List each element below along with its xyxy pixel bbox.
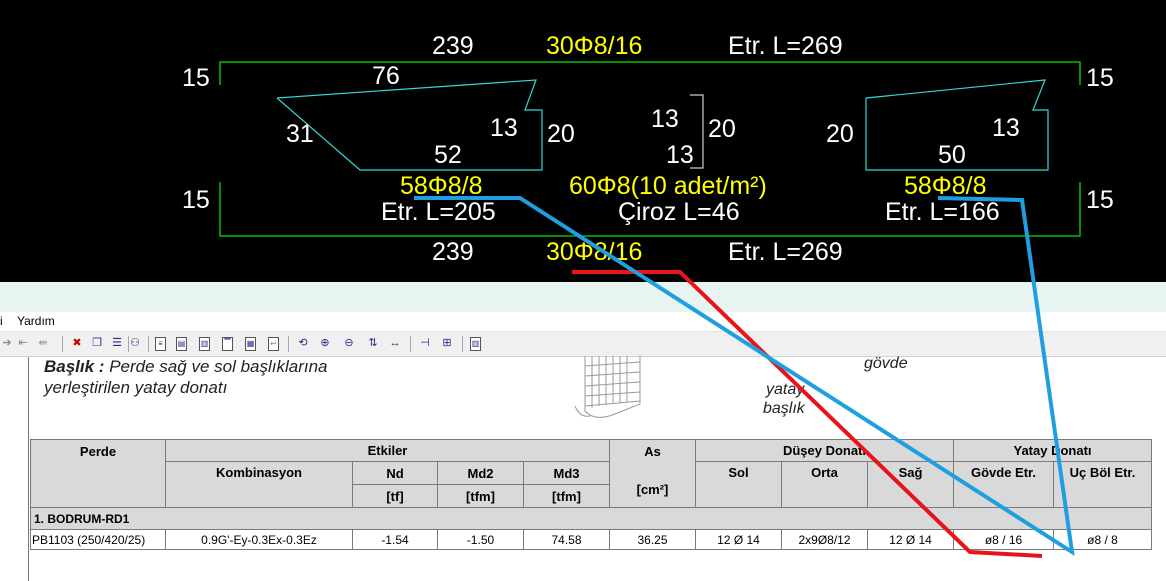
split-h-icon[interactable]: ⊣ (418, 336, 432, 351)
delete-icon[interactable]: ✖ (70, 336, 84, 351)
header-md2: Md2 (437, 461, 524, 485)
header-orta: Orta (781, 461, 868, 508)
header-nd: Nd (352, 461, 438, 485)
left-top-cover: 15 (182, 64, 210, 92)
mid-shape-bottom: 13 (666, 141, 694, 169)
tree-icon[interactable]: ⚇ (128, 336, 142, 351)
right-bottom-cover: 15 (1086, 186, 1114, 214)
page-right-icon[interactable]: ▥ (199, 337, 210, 351)
header-yatay: Yatay Donatı (953, 439, 1152, 462)
cell-perde: PB1103 (250/420/25) (30, 529, 166, 550)
first-page-icon[interactable]: ⇤ (16, 336, 30, 351)
cell-uc: ø8 / 8 (1053, 529, 1152, 550)
zoom-in-icon[interactable]: ⊕ (318, 336, 332, 351)
bottom-count: 239 (432, 238, 474, 266)
right-stirrup-length: Etr. L=166 (885, 198, 1000, 226)
cell-md2: -1.50 (437, 529, 524, 550)
document-border (28, 357, 29, 581)
top-rebar: 30Φ8/16 (546, 32, 642, 60)
cell-as: 36.25 (609, 529, 696, 550)
rebar-detail-drawing: 239 30Φ8/16 Etr. L=269 15 15 15 15 76 31… (182, 32, 1114, 266)
header-as-label: As (644, 444, 661, 459)
fit-width-icon[interactable]: ↔ (388, 336, 402, 351)
window-gap-strip (0, 282, 1166, 312)
prev-page-icon[interactable]: ⇚ (36, 336, 50, 351)
header-dusey: Düşey Donatı (695, 439, 954, 462)
left-shape-left: 31 (286, 120, 314, 148)
sketch-label-horizontal: yatay (766, 381, 805, 398)
mid-shape-side: 20 (708, 115, 736, 143)
header-sol: Sol (695, 461, 782, 508)
menu-item-truncated[interactable]: i (0, 314, 3, 328)
middle-tie-length: Çiroz L=46 (618, 198, 740, 226)
page-icon[interactable]: ≡ (155, 337, 166, 351)
middle-rebar: 60Φ8(10 adet/m²) (569, 172, 767, 200)
wall-reinforcement-sketch (574, 356, 641, 418)
page-top-icon[interactable]: ▔ (222, 337, 233, 351)
header-md3: Md3 (523, 461, 610, 485)
right-shape-bottom: 50 (938, 141, 966, 169)
section-row: 1. BODRUM-RD1 (30, 507, 1152, 530)
left-bottom-cover: 15 (182, 186, 210, 214)
header-uc: Uç Böl Etr. (1053, 461, 1152, 508)
header-govde: Gövde Etr. (953, 461, 1054, 508)
table-row: PB1103 (250/420/25) 0.9G'-Ey-0.3Ex-0.3Ez… (30, 529, 1152, 550)
left-shape-bottom: 52 (434, 141, 462, 169)
cell-md3: 74.58 (523, 529, 610, 550)
bottom-length: Etr. L=269 (728, 238, 843, 266)
bottom-rebar: 30Φ8/16 (546, 238, 642, 266)
zoom-out-icon[interactable]: ⊖ (342, 336, 356, 351)
page-left-icon[interactable]: ▤ (176, 337, 187, 351)
cell-orta: 2x9Ø8/12 (781, 529, 868, 550)
header-md3-unit: [tfm] (523, 484, 610, 508)
header-as: As [cm²] (609, 439, 696, 508)
menu-item-help[interactable]: Yardım (17, 314, 55, 328)
header-md2-unit: [tfm] (437, 484, 524, 508)
align-icon[interactable]: ☰ (110, 336, 124, 351)
columns-icon[interactable]: ▥ (470, 337, 481, 351)
sort-icon[interactable]: ⇅ (366, 336, 380, 351)
cell-govde: ø8 / 16 (953, 529, 1054, 550)
split-grid-icon[interactable]: ⊞ (440, 336, 454, 351)
left-stirrup-length: Etr. L=205 (381, 198, 496, 226)
toolbar: ➔ ⇤ ⇚ ✖ ❐ ☰ ⚇ ≡ ▤ ▥ ▔ ▦ ↩ ⟲ ⊕ ⊖ ⇅ ↔ ⊣ ⊞ … (0, 332, 1166, 357)
header-perde: Perde (30, 439, 166, 508)
right-shape-side: 20 (826, 120, 854, 148)
top-rebar-line (219, 61, 1081, 85)
cad-drawing-panel: 239 30Φ8/16 Etr. L=269 15 15 15 15 76 31… (0, 0, 1166, 282)
cell-nd: -1.54 (352, 529, 438, 550)
sketch-label-body: gövde (864, 355, 908, 372)
top-length: Etr. L=269 (728, 32, 843, 60)
header-nd-unit: [tf] (352, 484, 438, 508)
top-count: 239 (432, 32, 474, 60)
header-etkiler: Etkiler (165, 439, 610, 462)
arrow-right-icon[interactable]: ➔ (0, 336, 14, 351)
cell-sag: 12 Ø 14 (867, 529, 954, 550)
header-sag: Sağ (867, 461, 954, 508)
refresh-icon[interactable]: ⟲ (296, 336, 310, 351)
left-shape-top: 76 (372, 62, 400, 90)
sketch-label-head: başlık (763, 400, 805, 417)
right-rebar: 58Φ8/8 (904, 172, 987, 200)
copy-icon[interactable]: ❐ (90, 336, 104, 351)
left-shape-right: 13 (490, 114, 518, 142)
report-heading: Başlık : Perde sağ ve sol başlıklarına y… (44, 356, 328, 398)
heading-text: Perde sağ ve sol başlıklarına (109, 357, 328, 376)
header-kombinasyon: Kombinasyon (165, 461, 353, 508)
cell-sol: 12 Ø 14 (695, 529, 782, 550)
right-shape-right: 13 (992, 114, 1020, 142)
left-rebar: 58Φ8/8 (400, 172, 483, 200)
mid-shape-top: 13 (651, 105, 679, 133)
header-as-unit: [cm²] (636, 482, 669, 497)
right-top-cover: 15 (1086, 64, 1114, 92)
results-table: Perde Etkiler As [cm²] Düşey Donatı Yata… (30, 439, 1152, 550)
table-icon[interactable]: ▦ (245, 337, 256, 351)
left-shape-side: 20 (547, 120, 575, 148)
menu-bar: i Yardım (0, 312, 1166, 332)
collapse-icon[interactable]: ↩ (268, 337, 279, 351)
cell-kombinasyon: 0.9G'-Ey-0.3Ex-0.3Ez (165, 529, 353, 550)
heading-bold: Başlık : (44, 357, 105, 376)
heading-line2: yerleştirilen yatay donatı (44, 378, 228, 397)
